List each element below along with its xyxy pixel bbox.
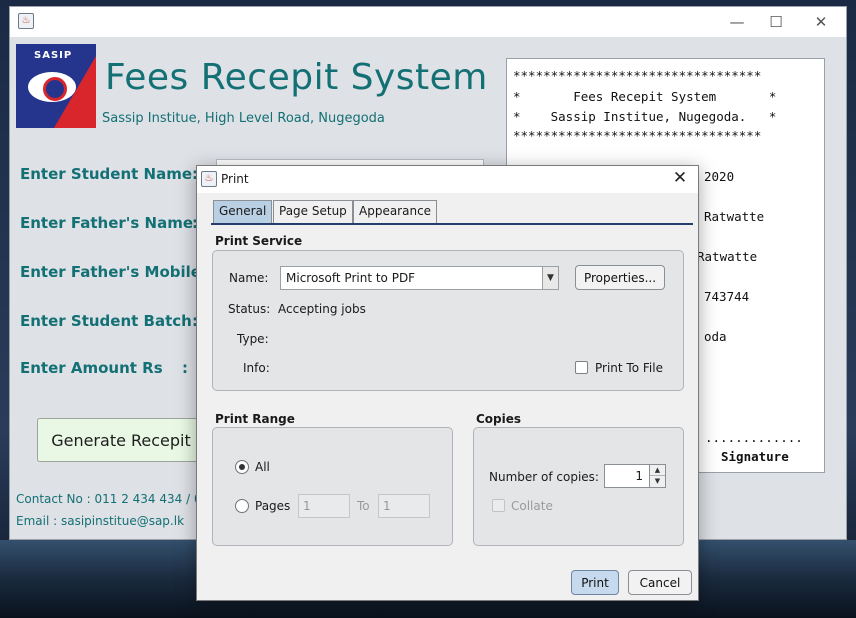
app-subtitle: Sassip Institue, High Level Road, Nugego…	[102, 111, 385, 126]
print-button[interactable]: Print	[571, 570, 619, 595]
app-titlebar: ♨ — ☐ ✕	[10, 7, 846, 37]
eye-icon	[28, 72, 76, 102]
student-batch-label: Enter Student Batch	[20, 312, 192, 330]
close-icon[interactable]: ✕	[668, 168, 692, 188]
maximize-button[interactable]: ☐	[753, 7, 799, 37]
properties-button[interactable]: Properties...	[575, 265, 665, 290]
info-label: Info:	[243, 361, 270, 375]
student-name-label: Enter Student Name	[20, 165, 193, 183]
print-to-file-label: Print To File	[595, 361, 663, 375]
tab-appearance[interactable]: Appearance	[353, 200, 438, 223]
tab-page-setup[interactable]: Page Setup	[273, 200, 353, 223]
type-label: Type:	[237, 332, 269, 346]
print-dialog: ♨ Print ✕ General Page Setup Appearance …	[196, 165, 699, 601]
collate-checkbox[interactable]	[492, 499, 505, 512]
generate-receipt-button[interactable]: Generate Recepit	[37, 418, 205, 462]
receipt-stars: *********************************	[513, 68, 762, 83]
logo-text: SASIP	[34, 50, 73, 61]
name-label: Name:	[229, 271, 269, 285]
java-cup-icon: ♨	[18, 13, 34, 29]
print-range-heading: Print Range	[215, 412, 295, 426]
receipt-line: Ratwatte	[697, 249, 758, 264]
java-cup-icon: ♨	[201, 171, 217, 187]
print-range-group	[212, 427, 453, 546]
sasip-logo: SASIP	[16, 44, 96, 128]
signature-dots: .............	[705, 430, 803, 445]
pages-radio[interactable]	[235, 499, 249, 513]
copies-spinner[interactable]: 1 ▲ ▼	[604, 464, 666, 488]
receipt-line: oda	[704, 329, 727, 344]
amount-label: Enter Amount Rs	[20, 359, 163, 377]
spinner-up-icon[interactable]: ▲	[650, 465, 665, 476]
signature-label: Signature	[721, 449, 789, 464]
printer-select-value: Microsoft Print to PDF	[286, 271, 416, 285]
receipt-stars: *********************************	[513, 128, 762, 143]
dialog-title: Print	[221, 172, 249, 186]
cancel-button[interactable]: Cancel	[628, 570, 692, 595]
status-label: Status:	[228, 302, 271, 316]
pages-label: Pages	[255, 499, 291, 513]
receipt-header-title: * Fees Recepit System *	[513, 89, 777, 104]
receipt-line: 743744	[704, 289, 750, 304]
pages-to-field[interactable]: 1	[378, 494, 430, 518]
print-service-heading: Print Service	[215, 234, 303, 248]
copies-heading: Copies	[476, 412, 522, 426]
receipt-line: Ratwatte	[704, 209, 765, 224]
contact-number: Contact No : 011 2 434 434 / 01	[16, 492, 210, 506]
father-mobile-label: Enter Father's Mobile	[20, 263, 201, 281]
app-title: Fees Recepit System	[105, 57, 488, 98]
to-label: To	[357, 499, 370, 513]
dialog-titlebar: ♨ Print ✕	[197, 166, 698, 193]
print-to-file-checkbox[interactable]	[575, 361, 588, 374]
all-radio[interactable]	[235, 460, 249, 474]
tab-general[interactable]: General	[213, 200, 273, 223]
father-name-label: Enter Father's Name	[20, 214, 194, 232]
all-label: All	[255, 460, 270, 474]
number-of-copies-label: Number of copies:	[489, 470, 599, 484]
copies-value: 1	[635, 469, 643, 483]
collate-label: Collate	[511, 499, 553, 513]
chevron-down-icon[interactable]: ▼	[542, 267, 558, 289]
receipt-line: 2020	[704, 169, 735, 184]
status-value: Accepting jobs	[278, 302, 366, 316]
email: Email : sasipinstitue@sap.lk	[16, 514, 185, 528]
spinner-buttons: ▲ ▼	[649, 465, 665, 487]
receipt-header-address: * Sassip Institue, Nugegoda. *	[513, 109, 777, 124]
close-button[interactable]: ✕	[798, 7, 844, 37]
pages-from-field[interactable]: 1	[298, 494, 350, 518]
printer-select[interactable]: Microsoft Print to PDF ▼	[280, 266, 559, 290]
spinner-down-icon[interactable]: ▼	[650, 476, 665, 487]
tab-underline	[211, 223, 693, 225]
colon: :	[182, 359, 188, 377]
